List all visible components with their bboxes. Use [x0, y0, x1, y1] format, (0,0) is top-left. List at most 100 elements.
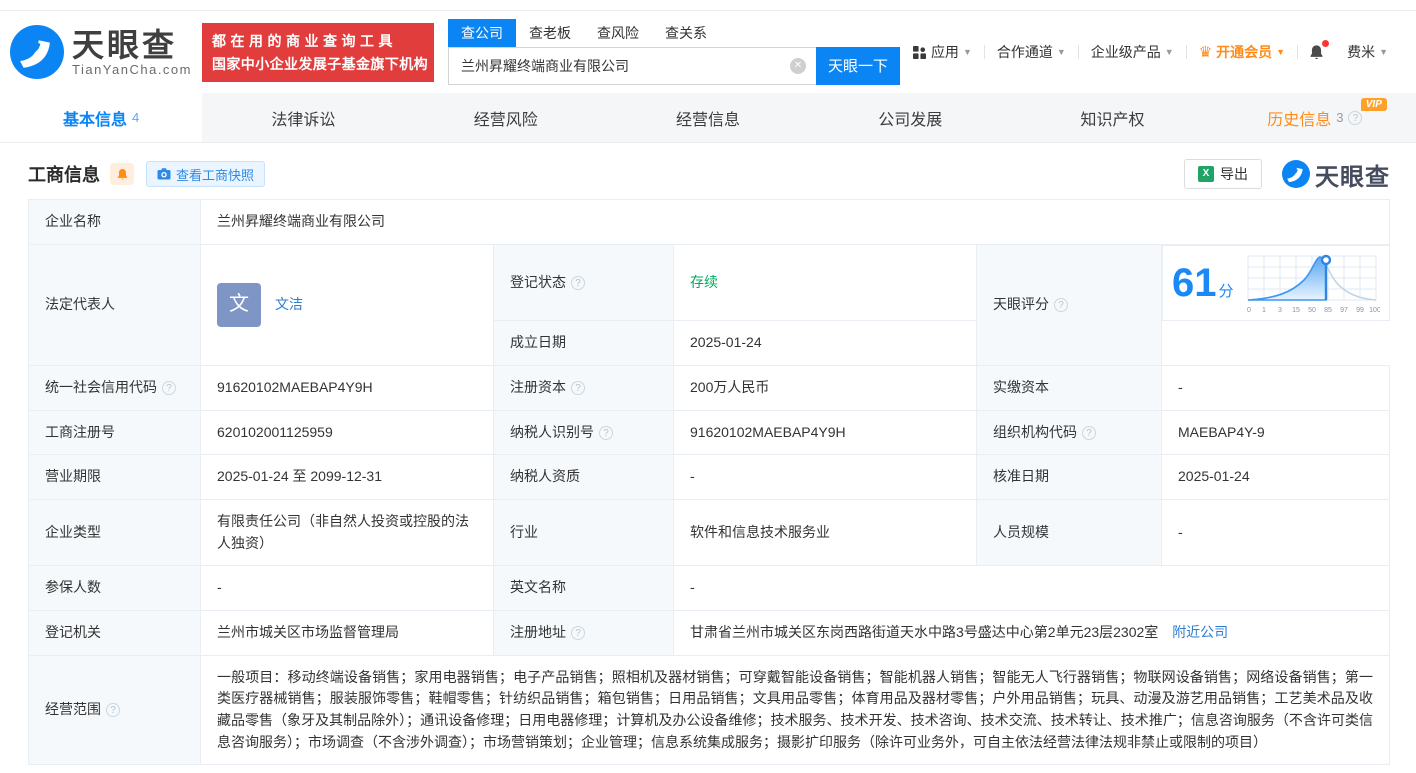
snapshot-button[interactable]: 查看工商快照 — [146, 161, 266, 187]
tab-intellectual-property[interactable]: 知识产权 — [1011, 93, 1213, 142]
help-icon[interactable]: ? — [599, 425, 613, 440]
business-scope-value: 一般项目：移动终端设备销售；家用电器销售；电子产品销售；照相机及器材销售；可穿戴… — [200, 654, 1390, 766]
tab-company-development[interactable]: 公司发展 — [809, 93, 1011, 142]
excel-icon: X — [1198, 166, 1214, 182]
business-term-label: 营业期限 — [28, 454, 201, 500]
snapshot-button-label: 查看工商快照 — [176, 167, 255, 183]
reg-number-value: 620102001125959 — [200, 409, 494, 456]
legal-rep-label: 法定代表人 — [28, 243, 201, 366]
subscribe-bell-button[interactable] — [110, 163, 134, 185]
export-button[interactable]: X 导出 — [1184, 159, 1262, 189]
chevron-down-icon: ▼ — [1276, 47, 1286, 57]
reg-authority-label: 登记机关 — [28, 610, 201, 656]
tab-label: 基本信息 — [63, 111, 128, 129]
field-label: 登记状态 — [510, 273, 566, 290]
english-name-label: 英文名称 — [493, 565, 674, 611]
help-icon[interactable]: ? — [571, 380, 585, 395]
section-header: 工商信息 查看工商快照 X 导出 天眼查 — [28, 151, 1390, 197]
svg-text:99: 99 — [1356, 307, 1364, 314]
insured-count-label: 参保人数 — [28, 565, 201, 611]
help-icon[interactable]: ? — [1082, 425, 1096, 440]
menu-apps[interactable]: 应用 ▼ — [901, 42, 984, 62]
clear-icon[interactable]: ✕ — [790, 57, 806, 74]
help-icon[interactable]: ? — [162, 380, 176, 395]
camera-icon — [157, 168, 171, 180]
tianyancha-logo-icon — [1282, 160, 1310, 188]
tyc-score-cell: 61 分 0 1 3 15 50 85 97 99 100 — [1162, 244, 1390, 321]
reg-address-label: 注册地址? — [493, 610, 674, 656]
industry-label: 行业 — [493, 498, 674, 567]
tab-basic-info[interactable]: 基本信息 4 — [0, 93, 203, 142]
chevron-down-icon: ▼ — [962, 47, 972, 57]
approval-date-label: 核准日期 — [976, 454, 1162, 500]
legal-rep-cell: 文 文洁 — [200, 243, 494, 366]
nearby-companies-link[interactable]: 附近公司 — [1172, 624, 1228, 640]
svg-text:3: 3 — [1278, 307, 1282, 314]
tianyancha-logo[interactable]: 天眼查 TianYanCha.com — [10, 25, 192, 79]
reg-address-value: 甘肃省兰州市城关区东岗西路街道天水中路3号盛达中心第2单元23层2302室 附近… — [673, 610, 1390, 656]
menu-partner[interactable]: 合作通道 ▼ — [985, 42, 1078, 62]
tab-history-info[interactable]: VIP 历史信息 3 ? — [1214, 93, 1416, 142]
help-icon[interactable]: ? — [1054, 297, 1068, 312]
menu-partner-label: 合作通道 — [996, 44, 1053, 60]
tab-label: 经营信息 — [675, 111, 740, 129]
approval-date-value: 2025-01-24 — [1161, 454, 1390, 500]
tab-label: 法律诉讼 — [271, 111, 336, 129]
menu-vip-label: 开通会员 — [1216, 44, 1273, 60]
taxpayer-id-label: 纳税人识别号? — [493, 409, 674, 456]
notification-dot — [1322, 39, 1330, 47]
taxpayer-quality-value: - — [673, 454, 977, 500]
search-input[interactable] — [448, 46, 816, 85]
tyc-score-label: 天眼评分? — [976, 243, 1162, 366]
help-icon[interactable]: ? — [571, 626, 585, 640]
establish-date-value: 2025-01-24 — [673, 320, 977, 366]
avatar[interactable]: 文 — [217, 282, 261, 327]
field-label: 统一社会信用代码 — [45, 378, 157, 395]
search-tab-risk[interactable]: 查风险 — [584, 19, 652, 47]
reg-capital-label: 注册资本? — [493, 364, 674, 411]
search-tab-relation[interactable]: 查关系 — [652, 19, 720, 47]
search-tab-company[interactable]: 查公司 — [448, 18, 516, 47]
search-button[interactable]: 天眼一下 — [816, 46, 900, 85]
table-row: 企业名称 兰州昇耀终端商业有限公司 — [28, 199, 1390, 245]
tab-operation-risk[interactable]: 经营风险 — [405, 93, 607, 142]
table-row: 工商注册号 620102001125959 纳税人识别号? 91620102MA… — [28, 409, 1390, 456]
table-row: 企业类型 有限责任公司（非自然人投资或控股的法人独资） 行业 软件和信息技术服务… — [28, 498, 1390, 567]
menu-user[interactable]: 费米 ▼ — [1335, 42, 1400, 62]
tab-label: 经营风险 — [473, 111, 538, 129]
paid-capital-value: - — [1161, 364, 1390, 411]
tab-label: 历史信息 — [1267, 111, 1332, 129]
tab-legal[interactable]: 法律诉讼 — [202, 93, 404, 142]
legal-rep-link[interactable]: 文洁 — [275, 294, 303, 316]
vip-badge: VIP — [1360, 98, 1387, 111]
tianyancha-logo-icon — [10, 25, 64, 79]
help-icon[interactable]: ? — [571, 275, 585, 290]
tab-label: 公司发展 — [878, 111, 943, 129]
establish-date-label: 成立日期 — [493, 320, 674, 366]
field-label: 天眼评分 — [993, 295, 1049, 312]
menu-vip[interactable]: ♛ 开通会员 ▼ — [1187, 42, 1297, 62]
help-icon[interactable]: ? — [1348, 110, 1363, 125]
svg-text:85: 85 — [1324, 307, 1332, 314]
header-menu: 应用 ▼ 合作通道 ▼ 企业级产品 ▼ ♛ 开通会员 ▼ 费米 ▼ — [901, 39, 1400, 62]
tab-count: 4 — [132, 110, 140, 125]
business-scope-label: 经营范围? — [28, 654, 201, 766]
logo-domain: TianYanCha.com — [72, 61, 192, 77]
search-tab-boss[interactable]: 查老板 — [516, 19, 584, 47]
table-row: 营业期限 2025-01-24 至 2099-12-31 纳税人资质 - 核准日… — [28, 454, 1390, 500]
help-icon[interactable]: ? — [106, 703, 120, 718]
tab-label: 知识产权 — [1080, 111, 1145, 129]
notification-bell[interactable] — [1298, 39, 1335, 61]
svg-text:15: 15 — [1292, 307, 1300, 314]
org-code-value: MAEBAP4Y-9 — [1161, 409, 1390, 456]
menu-enterprise[interactable]: 企业级产品 ▼ — [1079, 42, 1186, 62]
tab-operation-info[interactable]: 经营信息 — [607, 93, 809, 142]
section-title: 工商信息 — [28, 165, 100, 185]
field-label: 注册资本 — [510, 378, 566, 395]
score-unit: 分 — [1218, 282, 1234, 300]
main-content: 工商信息 查看工商快照 X 导出 天眼查 企业名称 兰州昇耀终端商业有限公司 法… — [0, 151, 1416, 766]
staff-size-value: - — [1161, 498, 1390, 567]
table-row: 登记机关 兰州市城关区市场监督管理局 注册地址? 甘肃省兰州市城关区东岗西路街道… — [28, 610, 1390, 656]
company-type-label: 企业类型 — [28, 498, 201, 567]
top-divider — [0, 0, 1416, 11]
